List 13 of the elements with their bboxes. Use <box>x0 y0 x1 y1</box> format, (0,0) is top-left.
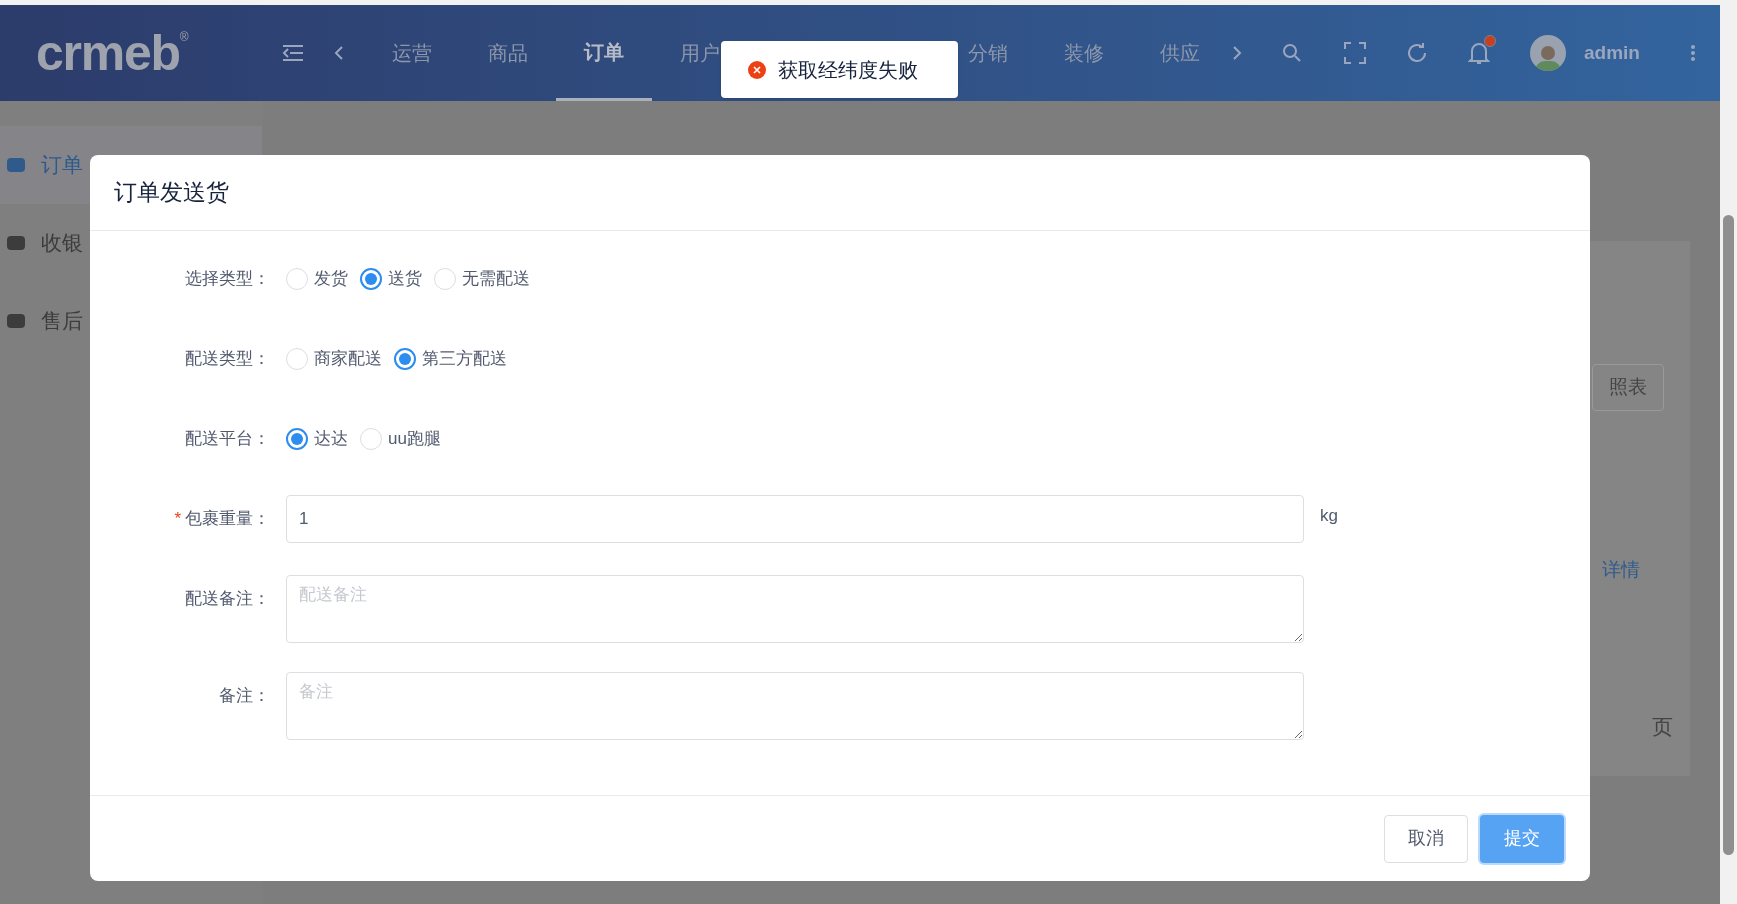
logo-mark: ® <box>179 29 189 44</box>
logo: crmeb <box>36 28 180 78</box>
field-label: 包裹重量： <box>185 508 270 531</box>
toast-message: 获取经纬度失败 <box>778 57 918 83</box>
field-label: 配送平台： <box>185 428 270 451</box>
unit-label: kg <box>1320 505 1338 527</box>
required-mark: * <box>174 508 181 531</box>
field-label: 配送类型： <box>185 348 270 371</box>
dialog-title: 订单发送货 <box>114 178 229 208</box>
pager-unit: 页 <box>1652 714 1673 740</box>
field-label: 备注： <box>219 685 270 708</box>
field-label: 选择类型： <box>185 268 270 291</box>
field-label: 配送备注： <box>185 588 270 611</box>
